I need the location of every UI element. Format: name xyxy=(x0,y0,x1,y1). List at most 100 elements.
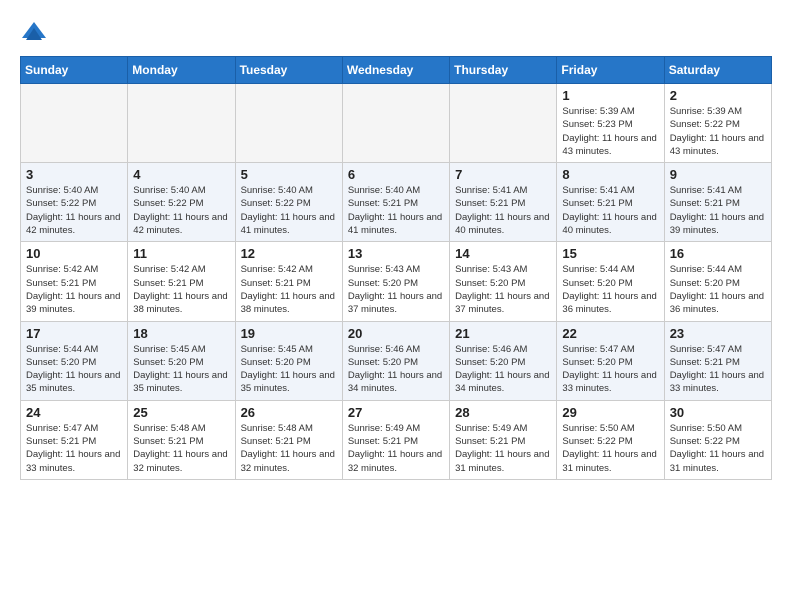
calendar-week-row: 17 Sunrise: 5:44 AM Sunset: 5:20 PM Dayli… xyxy=(21,321,772,400)
calendar-cell: 22 Sunrise: 5:47 AM Sunset: 5:20 PM Dayli… xyxy=(557,321,664,400)
weekday-header-tuesday: Tuesday xyxy=(235,57,342,84)
calendar-cell: 18 Sunrise: 5:45 AM Sunset: 5:20 PM Dayli… xyxy=(128,321,235,400)
day-detail: Sunrise: 5:47 AM Sunset: 5:21 PM Dayligh… xyxy=(670,343,766,396)
day-detail: Sunrise: 5:50 AM Sunset: 5:22 PM Dayligh… xyxy=(670,422,766,475)
header xyxy=(20,16,772,46)
day-detail: Sunrise: 5:42 AM Sunset: 5:21 PM Dayligh… xyxy=(26,263,122,316)
calendar-cell xyxy=(128,84,235,163)
day-number: 8 xyxy=(562,167,658,182)
day-number: 3 xyxy=(26,167,122,182)
logo-icon xyxy=(20,18,48,46)
calendar-cell: 4Sunrise: 5:40 AM Sunset: 5:22 PM Daylig… xyxy=(128,163,235,242)
day-number: 12 xyxy=(241,246,337,261)
day-detail: Sunrise: 5:43 AM Sunset: 5:20 PM Dayligh… xyxy=(455,263,551,316)
calendar-cell: 5 Sunrise: 5:40 AM Sunset: 5:22 PM Daylig… xyxy=(235,163,342,242)
day-detail: Sunrise: 5:41 AM Sunset: 5:21 PM Dayligh… xyxy=(670,184,766,237)
calendar-cell: 21 Sunrise: 5:46 AM Sunset: 5:20 PM Dayli… xyxy=(450,321,557,400)
day-detail: Sunrise: 5:44 AM Sunset: 5:20 PM Dayligh… xyxy=(670,263,766,316)
day-number: 30 xyxy=(670,405,766,420)
day-number: 24 xyxy=(26,405,122,420)
day-number: 17 xyxy=(26,326,122,341)
page: SundayMondayTuesdayWednesdayThursdayFrid… xyxy=(0,0,792,490)
calendar-cell: 30 Sunrise: 5:50 AM Sunset: 5:22 PM Dayli… xyxy=(664,400,771,479)
calendar-cell: 27Sunrise: 5:49 AM Sunset: 5:21 PM Dayli… xyxy=(342,400,449,479)
logo xyxy=(20,16,52,46)
day-number: 22 xyxy=(562,326,658,341)
weekday-header-friday: Friday xyxy=(557,57,664,84)
day-number: 23 xyxy=(670,326,766,341)
calendar-cell: 20 Sunrise: 5:46 AM Sunset: 5:20 PM Dayli… xyxy=(342,321,449,400)
day-number: 25 xyxy=(133,405,229,420)
day-number: 15 xyxy=(562,246,658,261)
day-number: 13 xyxy=(348,246,444,261)
day-detail: Sunrise: 5:39 AM Sunset: 5:23 PM Dayligh… xyxy=(562,105,658,158)
day-number: 16 xyxy=(670,246,766,261)
calendar-cell xyxy=(342,84,449,163)
day-number: 27 xyxy=(348,405,444,420)
day-number: 29 xyxy=(562,405,658,420)
calendar-cell xyxy=(450,84,557,163)
day-number: 7 xyxy=(455,167,551,182)
day-number: 19 xyxy=(241,326,337,341)
calendar-cell: 2 Sunrise: 5:39 AM Sunset: 5:22 PM Daylig… xyxy=(664,84,771,163)
day-detail: Sunrise: 5:48 AM Sunset: 5:21 PM Dayligh… xyxy=(133,422,229,475)
weekday-header-monday: Monday xyxy=(128,57,235,84)
calendar-cell: 29 Sunrise: 5:50 AM Sunset: 5:22 PM Dayli… xyxy=(557,400,664,479)
calendar-cell: 28 Sunrise: 5:49 AM Sunset: 5:21 PM Dayli… xyxy=(450,400,557,479)
day-detail: Sunrise: 5:48 AM Sunset: 5:21 PM Dayligh… xyxy=(241,422,337,475)
day-number: 20 xyxy=(348,326,444,341)
weekday-header-sunday: Sunday xyxy=(21,57,128,84)
day-detail: Sunrise: 5:40 AM Sunset: 5:22 PM Dayligh… xyxy=(241,184,337,237)
calendar-cell: 3Sunrise: 5:40 AM Sunset: 5:22 PM Daylig… xyxy=(21,163,128,242)
day-number: 18 xyxy=(133,326,229,341)
day-number: 26 xyxy=(241,405,337,420)
day-detail: Sunrise: 5:49 AM Sunset: 5:21 PM Dayligh… xyxy=(455,422,551,475)
calendar-cell: 23 Sunrise: 5:47 AM Sunset: 5:21 PM Dayli… xyxy=(664,321,771,400)
calendar-week-row: 10 Sunrise: 5:42 AM Sunset: 5:21 PM Dayli… xyxy=(21,242,772,321)
calendar-week-row: 24 Sunrise: 5:47 AM Sunset: 5:21 PM Dayli… xyxy=(21,400,772,479)
day-number: 9 xyxy=(670,167,766,182)
day-detail: Sunrise: 5:44 AM Sunset: 5:20 PM Dayligh… xyxy=(562,263,658,316)
day-detail: Sunrise: 5:46 AM Sunset: 5:20 PM Dayligh… xyxy=(455,343,551,396)
day-detail: Sunrise: 5:40 AM Sunset: 5:21 PM Dayligh… xyxy=(348,184,444,237)
day-detail: Sunrise: 5:44 AM Sunset: 5:20 PM Dayligh… xyxy=(26,343,122,396)
day-number: 4 xyxy=(133,167,229,182)
calendar-cell: 16 Sunrise: 5:44 AM Sunset: 5:20 PM Dayli… xyxy=(664,242,771,321)
weekday-header-row: SundayMondayTuesdayWednesdayThursdayFrid… xyxy=(21,57,772,84)
calendar-cell: 12Sunrise: 5:42 AM Sunset: 5:21 PM Dayli… xyxy=(235,242,342,321)
day-detail: Sunrise: 5:39 AM Sunset: 5:22 PM Dayligh… xyxy=(670,105,766,158)
calendar-cell: 11Sunrise: 5:42 AM Sunset: 5:21 PM Dayli… xyxy=(128,242,235,321)
day-number: 28 xyxy=(455,405,551,420)
day-detail: Sunrise: 5:50 AM Sunset: 5:22 PM Dayligh… xyxy=(562,422,658,475)
day-detail: Sunrise: 5:46 AM Sunset: 5:20 PM Dayligh… xyxy=(348,343,444,396)
calendar: SundayMondayTuesdayWednesdayThursdayFrid… xyxy=(20,56,772,480)
day-detail: Sunrise: 5:42 AM Sunset: 5:21 PM Dayligh… xyxy=(133,263,229,316)
day-detail: Sunrise: 5:47 AM Sunset: 5:21 PM Dayligh… xyxy=(26,422,122,475)
day-number: 5 xyxy=(241,167,337,182)
calendar-cell: 6Sunrise: 5:40 AM Sunset: 5:21 PM Daylig… xyxy=(342,163,449,242)
day-detail: Sunrise: 5:41 AM Sunset: 5:21 PM Dayligh… xyxy=(562,184,658,237)
day-detail: Sunrise: 5:45 AM Sunset: 5:20 PM Dayligh… xyxy=(133,343,229,396)
calendar-cell: 19Sunrise: 5:45 AM Sunset: 5:20 PM Dayli… xyxy=(235,321,342,400)
day-number: 1 xyxy=(562,88,658,103)
day-detail: Sunrise: 5:47 AM Sunset: 5:20 PM Dayligh… xyxy=(562,343,658,396)
calendar-cell: 15 Sunrise: 5:44 AM Sunset: 5:20 PM Dayli… xyxy=(557,242,664,321)
day-number: 2 xyxy=(670,88,766,103)
day-number: 21 xyxy=(455,326,551,341)
calendar-cell: 9 Sunrise: 5:41 AM Sunset: 5:21 PM Daylig… xyxy=(664,163,771,242)
calendar-week-row: 3 Sunrise: 5:40 AM Sunset: 5:22 PM Daylig… xyxy=(21,163,772,242)
calendar-cell: 1 Sunrise: 5:39 AM Sunset: 5:23 PM Daylig… xyxy=(557,84,664,163)
day-number: 14 xyxy=(455,246,551,261)
weekday-header-thursday: Thursday xyxy=(450,57,557,84)
calendar-cell: 7Sunrise: 5:41 AM Sunset: 5:21 PM Daylig… xyxy=(450,163,557,242)
day-detail: Sunrise: 5:43 AM Sunset: 5:20 PM Dayligh… xyxy=(348,263,444,316)
day-number: 10 xyxy=(26,246,122,261)
calendar-cell: 26 Sunrise: 5:48 AM Sunset: 5:21 PM Dayli… xyxy=(235,400,342,479)
weekday-header-saturday: Saturday xyxy=(664,57,771,84)
calendar-cell: 17 Sunrise: 5:44 AM Sunset: 5:20 PM Dayli… xyxy=(21,321,128,400)
weekday-header-wednesday: Wednesday xyxy=(342,57,449,84)
calendar-week-row: 1 Sunrise: 5:39 AM Sunset: 5:23 PM Daylig… xyxy=(21,84,772,163)
calendar-cell: 10 Sunrise: 5:42 AM Sunset: 5:21 PM Dayli… xyxy=(21,242,128,321)
calendar-cell: 13 Sunrise: 5:43 AM Sunset: 5:20 PM Dayli… xyxy=(342,242,449,321)
calendar-cell xyxy=(21,84,128,163)
